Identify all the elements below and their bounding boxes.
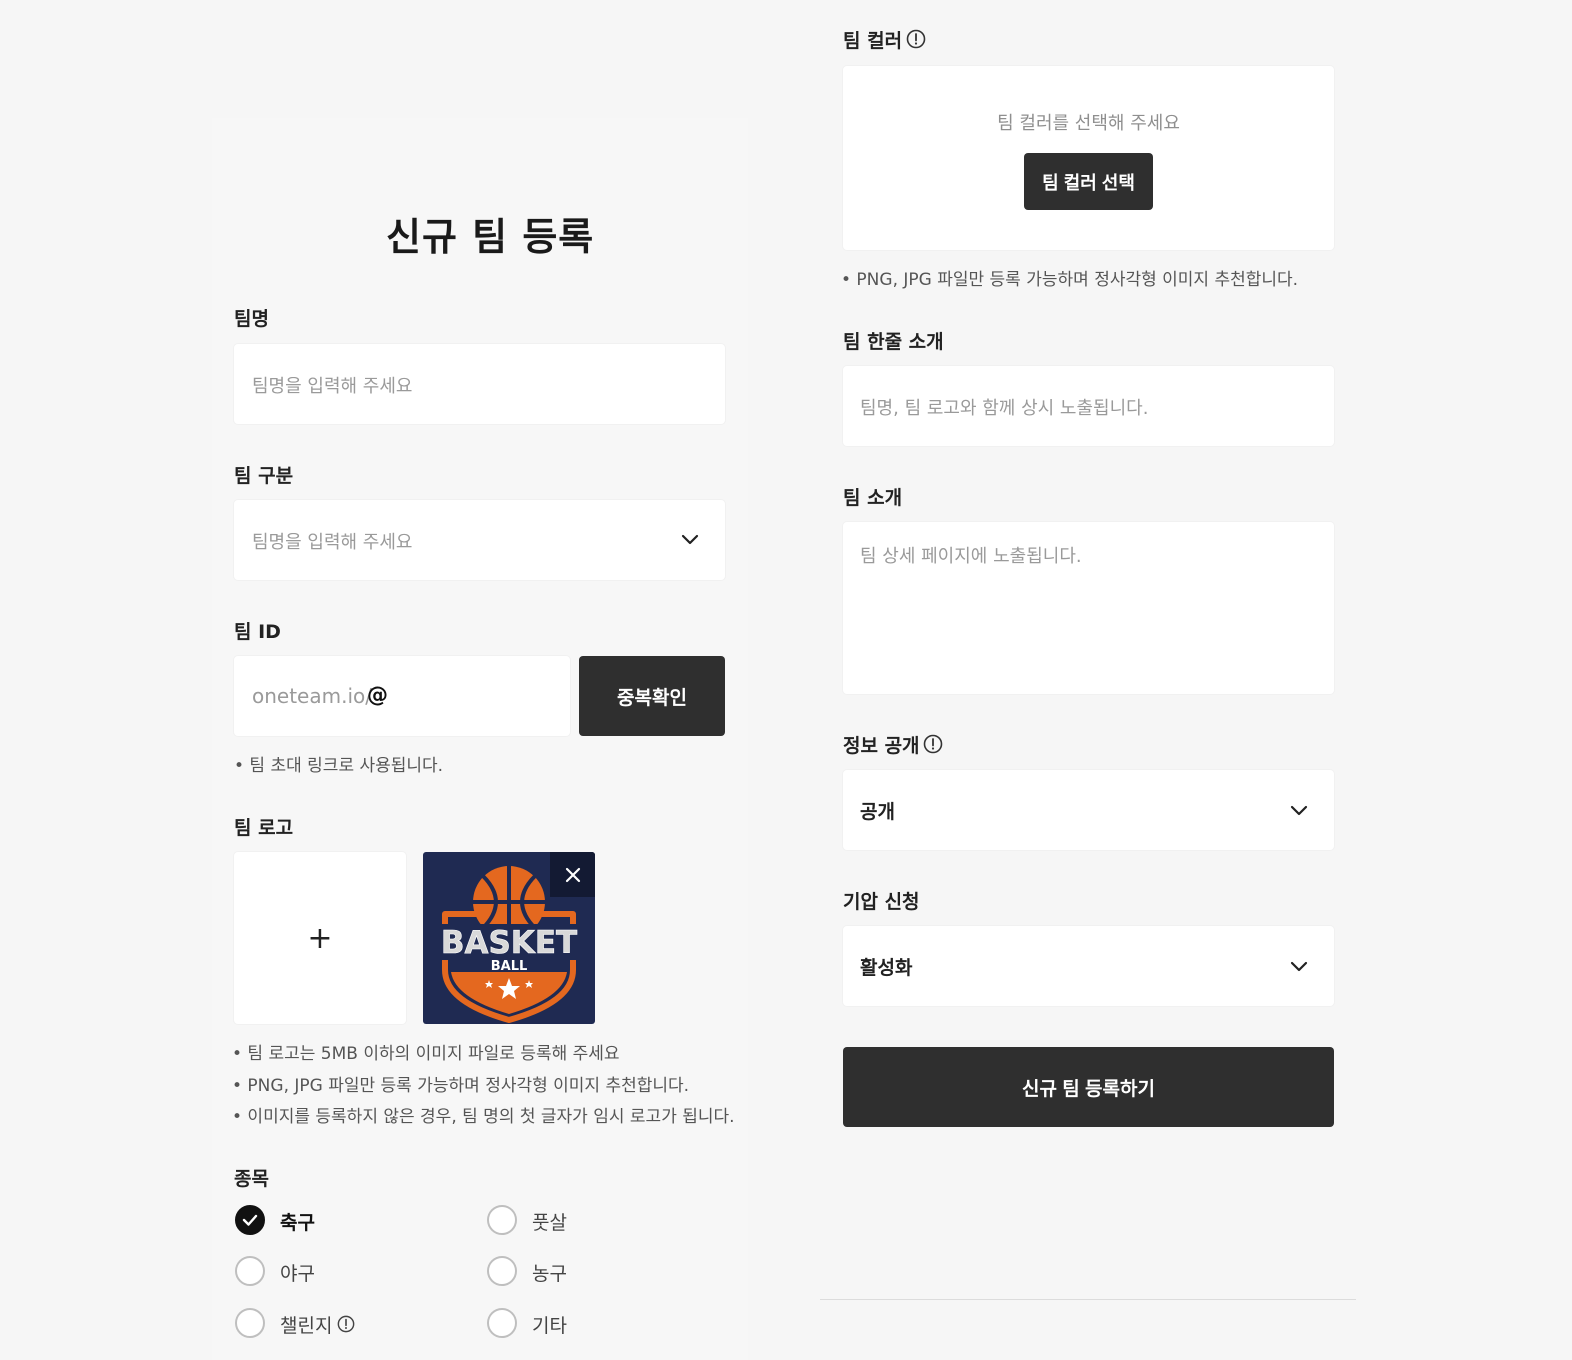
visibility-select[interactable]: 공개 [843,770,1334,850]
radio-label-futsal[interactable]: 풋살 [532,1208,567,1235]
info-icon[interactable] [337,1315,355,1333]
team-intro-textarea[interactable]: 팀 상세 페이지에 노출됩니다. [843,522,1334,694]
visibility-value: 공개 [860,801,895,823]
sport-label: 종목 [234,1168,269,1190]
chevron-down-icon [681,534,699,545]
team-id-at-sign: @ [367,683,388,707]
team-color-label: 팀 컬러 [843,30,903,52]
page-title: 신규 팀 등록 [386,215,595,259]
visibility-label: 정보 공개 [843,735,920,757]
join-request-select[interactable]: 활성화 [843,926,1334,1006]
join-request-label: 기압 신청 [843,891,920,913]
team-name-input[interactable]: 팀명을 입력해 주세요 [234,344,725,424]
radio-label-challenge[interactable]: 챌린지 [280,1311,332,1338]
logo-note-2: • PNG, JPG 파일만 등록 가능하며 정사각형 이미지 추천합니다. [232,1076,690,1096]
submit-button[interactable]: 신규 팀 등록하기 [843,1047,1334,1127]
radio-basketball[interactable] [487,1256,517,1286]
radio-baseball[interactable] [235,1256,265,1286]
duplicate-check-button[interactable]: 중복확인 [579,656,725,736]
logo-remove-button[interactable] [550,852,595,897]
logo-note-1: • 팀 로고는 5MB 이하의 이미지 파일로 등록해 주세요 [232,1044,620,1064]
radio-challenge[interactable] [235,1308,265,1338]
team-color-box: 팀 컬러를 선택해 주세요 팀 컬러 선택 [843,66,1334,250]
radio-label-soccer[interactable]: 축구 [280,1208,315,1235]
team-color-note: • PNG, JPG 파일만 등록 가능하며 정사각형 이미지 추천합니다. [841,270,1299,290]
team-type-label: 팀 구분 [234,465,294,487]
team-type-select[interactable]: 팀명을 입력해 주세요 [234,500,725,580]
team-logo-image: BASKET BALL [423,852,595,1024]
logo-text-main: BASKET [441,925,577,961]
logo-add-button[interactable]: + [234,852,406,1024]
close-icon [565,867,580,882]
chevron-down-icon [1290,805,1308,816]
team-name-label: 팀명 [234,308,269,330]
team-intro-placeholder: 팀 상세 페이지에 노출됩니다. [860,546,1082,567]
team-id-input[interactable]: oneteam.io/ @ [234,656,570,736]
team-id-prefix: oneteam.io/ [252,684,372,708]
team-color-select-button[interactable]: 팀 컬러 선택 [1024,153,1153,210]
team-logo-label: 팀 로고 [234,817,294,839]
plus-icon: + [307,920,333,956]
radio-other[interactable] [487,1308,517,1338]
logo-text-sub: BALL [491,959,528,974]
team-color-prompt: 팀 컬러를 선택해 주세요 [997,113,1180,134]
team-id-note: • 팀 초대 링크로 사용됩니다. [234,756,444,776]
radio-futsal[interactable] [487,1205,517,1235]
form-panel [212,118,748,1360]
radio-label-basketball[interactable]: 농구 [532,1259,567,1286]
team-oneliner-input[interactable]: 팀명, 팀 로고와 함께 상시 노출됩니다. [843,366,1334,446]
chevron-down-icon [1290,961,1308,972]
team-oneliner-label: 팀 한줄 소개 [843,331,944,353]
radio-label-baseball[interactable]: 야구 [280,1259,315,1286]
logo-note-3: • 이미지를 등록하지 않은 경우, 팀 명의 첫 글자가 임시 로고가 됩니다… [232,1107,735,1127]
radio-label-other[interactable]: 기타 [532,1311,567,1338]
team-name-placeholder: 팀명을 입력해 주세요 [252,376,413,397]
join-request-value: 활성화 [860,957,913,979]
info-icon[interactable] [906,29,926,49]
radio-soccer[interactable] [235,1205,265,1235]
team-id-label: 팀 ID [234,621,281,643]
team-oneliner-placeholder: 팀명, 팀 로고와 함께 상시 노출됩니다. [860,398,1149,419]
info-icon[interactable] [923,734,943,754]
check-icon [242,1214,258,1226]
team-intro-label: 팀 소개 [843,487,903,509]
divider [820,1299,1356,1300]
team-type-placeholder: 팀명을 입력해 주세요 [252,532,413,553]
